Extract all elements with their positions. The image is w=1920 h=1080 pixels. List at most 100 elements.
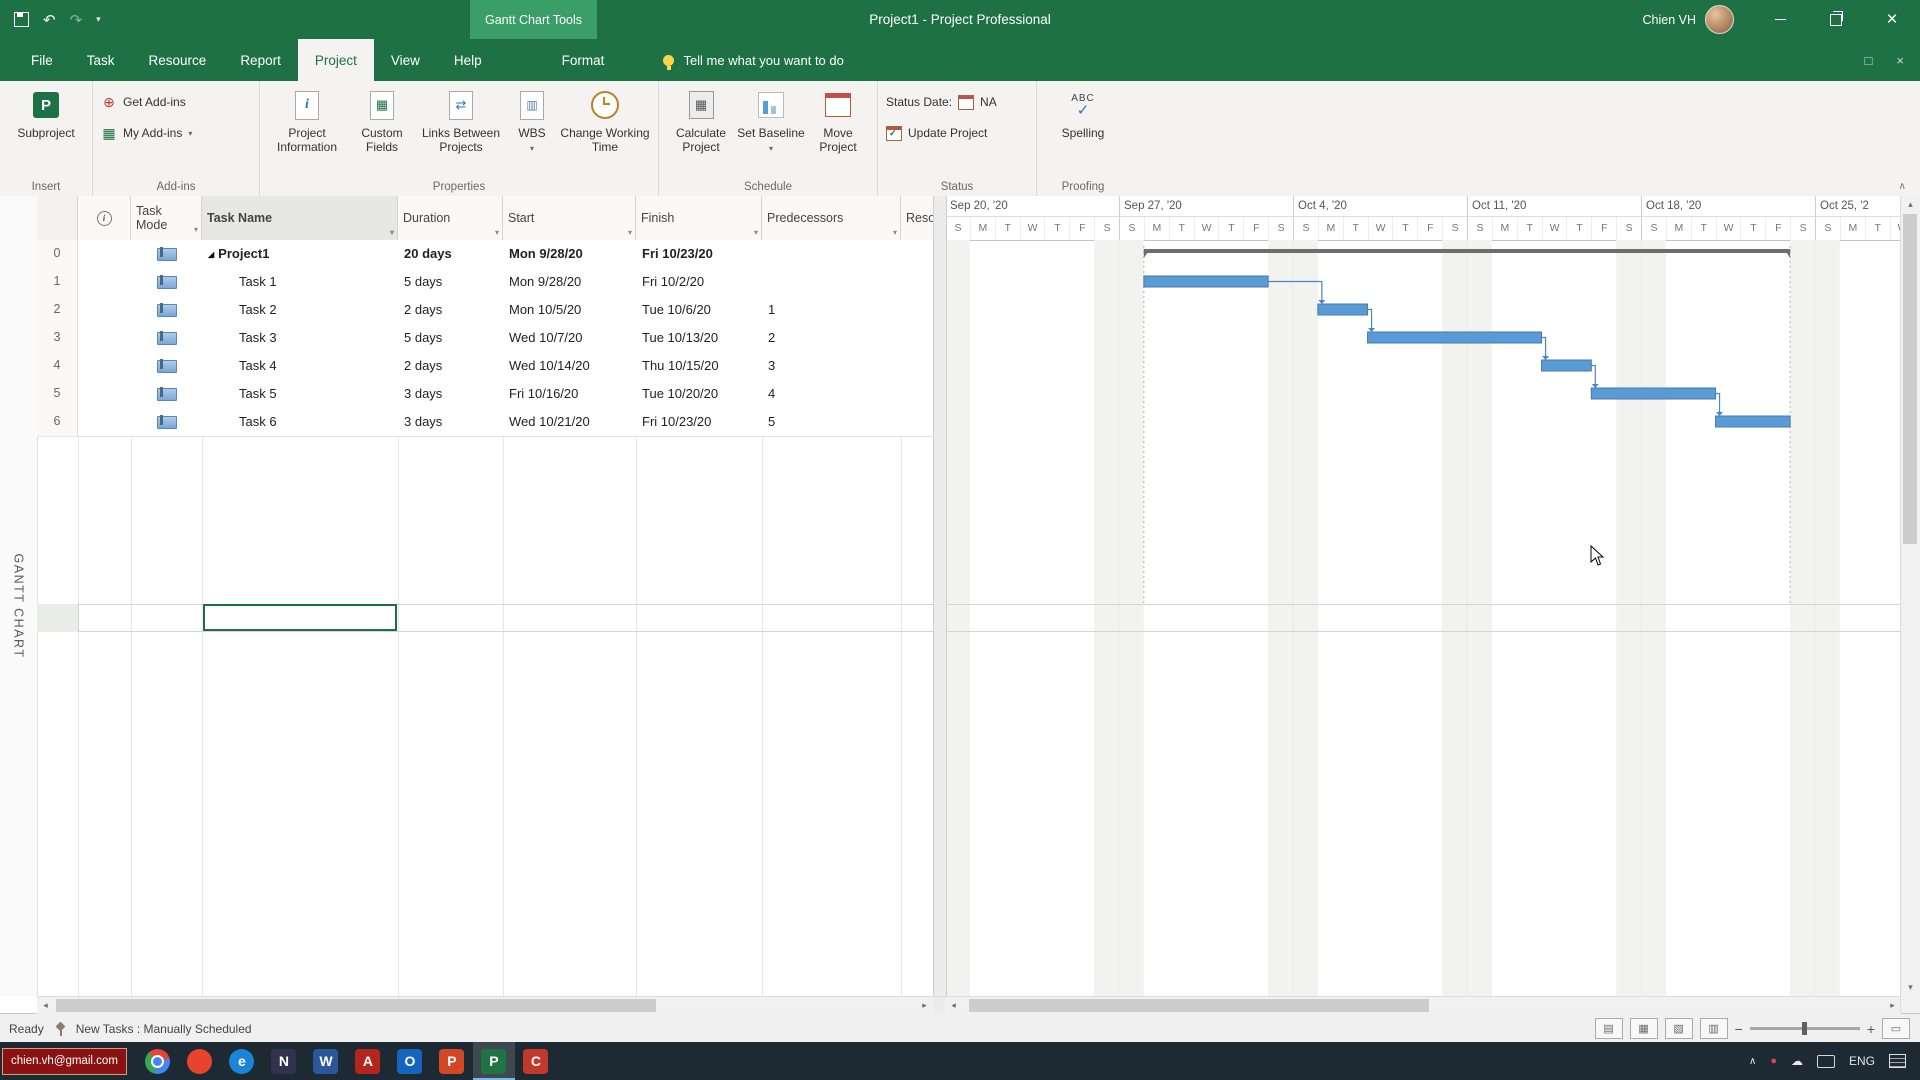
info-cell[interactable] — [78, 380, 131, 408]
task-name-cell[interactable]: Task 6 — [202, 408, 398, 436]
new-tasks-status[interactable]: New Tasks : Manually Scheduled — [76, 1022, 252, 1036]
account-toolbar[interactable]: chien.vh@gmail.com — [2, 1048, 127, 1075]
info-cell[interactable] — [78, 352, 131, 380]
custom-fields-button[interactable]: ▦ Custom Fields — [347, 84, 417, 154]
finish-cell[interactable]: Tue 10/20/20 — [636, 380, 762, 408]
start-cell[interactable]: Wed 10/21/20 — [503, 408, 636, 436]
tab-report[interactable]: Report — [223, 39, 298, 81]
redo-icon[interactable]: ↷ — [70, 11, 83, 29]
day-cell[interactable]: S — [1094, 217, 1119, 240]
view-report-button[interactable]: ▥ — [1700, 1018, 1728, 1039]
start-cell[interactable]: Fri 10/16/20 — [503, 380, 636, 408]
day-cell[interactable]: M — [1666, 217, 1691, 240]
wbs-button[interactable]: ▥ WBS▾ — [505, 84, 559, 156]
scrollbar-thumb[interactable] — [969, 999, 1429, 1012]
taskbar-app-app-n[interactable]: N — [263, 1042, 305, 1080]
spelling-button[interactable]: ABC ✓ Spelling — [1046, 84, 1120, 140]
timescale-week[interactable]: Sep 27, '20 — [1119, 196, 1293, 217]
day-cell[interactable]: M — [970, 217, 995, 240]
day-cell[interactable]: S — [1616, 217, 1641, 240]
timescale-week[interactable]: Sep 20, '20 — [945, 196, 1119, 217]
predecessors-cell[interactable]: 2 — [762, 324, 901, 352]
tab-view[interactable]: View — [374, 39, 437, 81]
finish-cell[interactable]: Tue 10/13/20 — [636, 324, 762, 352]
column-header-duration[interactable]: Duration▾ — [398, 196, 503, 240]
day-cell[interactable]: S — [1268, 217, 1293, 240]
day-cell[interactable]: F — [1417, 217, 1442, 240]
gantt-horizontal-scrollbar[interactable]: ◂ ▸ — [945, 996, 1901, 1014]
day-cell[interactable]: T — [1865, 217, 1890, 240]
collapse-triangle-icon[interactable]: ◢ — [208, 250, 214, 259]
info-cell[interactable] — [78, 324, 131, 352]
scroll-right-icon[interactable]: ▸ — [916, 997, 933, 1014]
finish-cell[interactable]: Fri 10/23/20 — [636, 240, 762, 268]
gantt-bar[interactable] — [1542, 360, 1592, 371]
duration-cell[interactable]: 5 days — [398, 268, 503, 296]
predecessors-cell[interactable] — [762, 240, 901, 268]
start-cell[interactable]: Mon 9/28/20 — [503, 240, 636, 268]
predecessors-cell[interactable]: 1 — [762, 296, 901, 324]
filter-arrow-icon[interactable]: ▾ — [754, 228, 758, 237]
day-cell[interactable]: T — [1392, 217, 1417, 240]
row-number[interactable]: 2 — [37, 296, 78, 324]
tab-help[interactable]: Help — [437, 39, 499, 81]
collapse-ribbon-button[interactable]: ∧ — [1899, 181, 1906, 192]
status-dot-icon[interactable]: ● — [1770, 1055, 1777, 1067]
my-addins-button[interactable]: ▦ My Add-ins ▾ — [101, 121, 192, 145]
taskbar-app-outlook[interactable]: O — [389, 1042, 431, 1080]
day-cell[interactable]: W — [1716, 217, 1741, 240]
day-cell[interactable]: S — [1442, 217, 1467, 240]
day-cell[interactable]: T — [1517, 217, 1542, 240]
resource-cell[interactable] — [901, 352, 933, 380]
scroll-right-icon[interactable]: ▸ — [1884, 997, 1901, 1014]
day-cell[interactable]: W — [1194, 217, 1219, 240]
day-cell[interactable]: S — [1293, 217, 1318, 240]
get-addins-button[interactable]: ⊕ Get Add-ins — [101, 90, 186, 114]
day-cell[interactable]: T — [1740, 217, 1765, 240]
task-name-cell[interactable]: Task 3 — [202, 324, 398, 352]
restore-button[interactable] — [1808, 0, 1864, 39]
zoom-slider[interactable] — [1750, 1027, 1860, 1030]
task-mode-cell[interactable] — [131, 296, 202, 324]
gantt-bar[interactable] — [1318, 304, 1368, 315]
timescale-week[interactable]: Oct 18, '20 — [1641, 196, 1815, 217]
status-date-field[interactable]: Status Date: NA — [886, 90, 997, 114]
task-mode-cell[interactable] — [131, 408, 202, 436]
tab-format[interactable]: Format — [545, 39, 622, 81]
filter-arrow-icon[interactable]: ▾ — [495, 228, 499, 237]
taskbar-app-edge[interactable]: e — [221, 1042, 263, 1080]
select-all-corner[interactable] — [37, 196, 78, 240]
day-cell[interactable]: T — [1343, 217, 1368, 240]
set-baseline-button[interactable]: Set Baseline ▾ — [737, 84, 805, 156]
zoom-slider-thumb[interactable] — [1802, 1022, 1807, 1035]
zoom-out-button[interactable]: − — [1735, 1021, 1743, 1037]
taskbar-app-chrome[interactable] — [137, 1042, 179, 1080]
row-number[interactable]: 0 — [37, 240, 78, 268]
project-information-button[interactable]: i Project Information — [267, 84, 347, 154]
view-gantt-button[interactable]: ▤ — [1595, 1018, 1623, 1039]
selected-cell[interactable] — [203, 604, 397, 631]
selected-row-number[interactable] — [37, 604, 79, 632]
gantt-bar[interactable] — [1591, 388, 1715, 399]
taskbar-app-powerpoint[interactable]: P — [431, 1042, 473, 1080]
change-working-time-button[interactable]: Change Working Time — [559, 84, 651, 154]
update-project-button[interactable]: Update Project — [886, 121, 987, 145]
day-cell[interactable]: W — [1368, 217, 1393, 240]
day-cell[interactable]: S — [1815, 217, 1840, 240]
scroll-left-icon[interactable]: ◂ — [37, 997, 54, 1014]
day-cell[interactable]: S — [1641, 217, 1666, 240]
task-mode-cell[interactable] — [131, 380, 202, 408]
gantt-bar[interactable] — [1368, 332, 1542, 343]
taskbar-app-project[interactable]: P — [473, 1042, 515, 1080]
info-cell[interactable] — [78, 268, 131, 296]
task-row[interactable]: 0◢Project120 daysMon 9/28/20Fri 10/23/20 — [37, 240, 933, 269]
day-cell[interactable]: T — [995, 217, 1020, 240]
filter-arrow-icon[interactable]: ▾ — [390, 228, 394, 237]
view-team-planner-button[interactable]: ▧ — [1665, 1018, 1693, 1039]
minimize-button[interactable] — [1752, 0, 1808, 39]
scroll-up-icon[interactable]: ▴ — [1901, 196, 1920, 213]
start-cell[interactable]: Wed 10/14/20 — [503, 352, 636, 380]
column-header-task-mode[interactable]: Task Mode▾ — [131, 196, 202, 240]
predecessors-cell[interactable]: 4 — [762, 380, 901, 408]
save-icon[interactable] — [14, 12, 29, 27]
